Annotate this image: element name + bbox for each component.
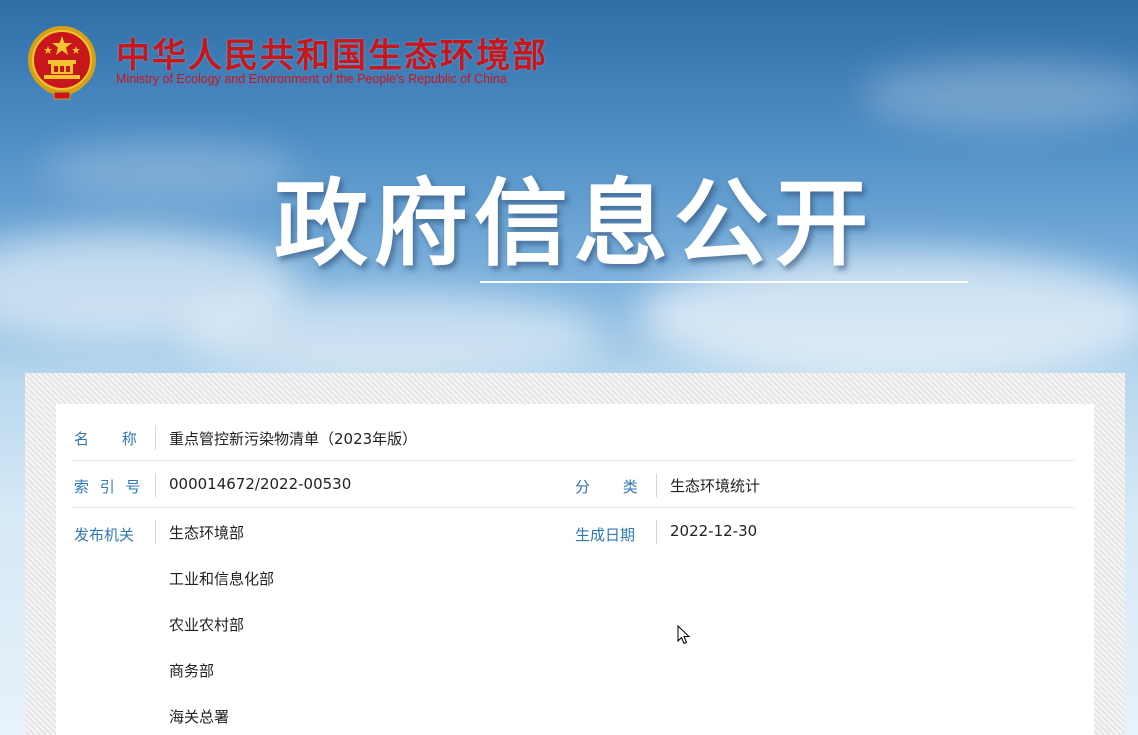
divider: [656, 520, 657, 544]
publisher-item: 海关总署: [169, 708, 230, 726]
name-label: 名 称: [74, 430, 151, 448]
category-value: 生态环境统计: [670, 477, 761, 495]
row-publisher: 发布机关 生态环境部 工业和信息化部 农业农村部 商务部 海关总署 生成日期 2…: [72, 508, 1075, 735]
site-header: 中华人民共和国生态环境部 Ministry of Ecology and Env…: [0, 0, 1138, 373]
title-underline: [480, 281, 968, 283]
publisher-item: 工业和信息化部: [169, 570, 275, 588]
index-value: 000014672/2022-00530: [169, 475, 352, 493]
info-panel: 名 称 重点管控新污染物清单（2023年版） 索 引 号 000014672/2…: [56, 404, 1094, 735]
name-value: 重点管控新污染物清单（2023年版）: [169, 430, 418, 448]
date-label: 生成日期: [575, 526, 636, 544]
brand-name-en[interactable]: Ministry of Ecology and Environment of t…: [116, 72, 507, 86]
page-title: 政府信息公开: [274, 170, 875, 279]
publisher-item: 生态环境部: [169, 524, 245, 542]
row-name: 名 称 重点管控新污染物清单（2023年版）: [72, 414, 1075, 461]
row-index: 索 引 号 000014672/2022-00530 分 类 生态环境统计: [72, 461, 1075, 508]
divider: [656, 473, 657, 497]
index-label: 索 引 号: [74, 478, 144, 496]
mouse-cursor-icon: [677, 625, 691, 645]
publisher-label: 发布机关: [74, 526, 135, 544]
date-value: 2022-12-30: [670, 522, 758, 540]
publisher-item: 农业农村部: [169, 616, 245, 634]
divider: [155, 520, 156, 544]
national-emblem-icon[interactable]: [26, 24, 98, 100]
brand-name-cn[interactable]: 中华人民共和国生态环境部: [116, 28, 548, 77]
divider: [155, 473, 156, 497]
publisher-item: 商务部: [169, 662, 215, 680]
category-label: 分 类: [575, 478, 652, 496]
divider: [155, 426, 156, 450]
